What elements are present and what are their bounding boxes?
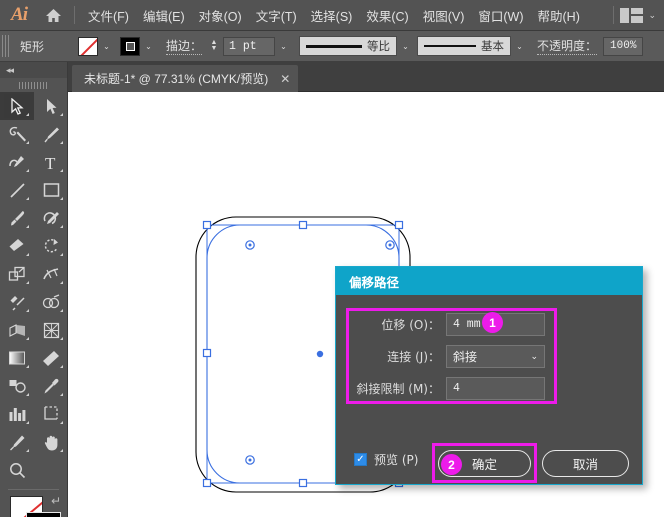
tools-collapse-button[interactable]: ◂◂ bbox=[0, 62, 67, 78]
eyedropper-tool[interactable] bbox=[34, 372, 68, 400]
stroke-weight-stepper[interactable]: ▲▼ bbox=[208, 37, 220, 56]
blend-tool[interactable] bbox=[0, 372, 34, 400]
offset-path-dialog: 偏移路径 位移 (O)： 4 mm 连接 (J)： 斜接 ⌄ 斜接限制 (M)：… bbox=[335, 266, 643, 485]
rotate-tool[interactable] bbox=[34, 232, 68, 260]
menu-effect[interactable]: 效果(C) bbox=[359, 2, 415, 29]
swap-fill-stroke-icon[interactable]: ↵ bbox=[51, 494, 61, 508]
stroke-weight-chevron-down-icon[interactable]: ⌄ bbox=[276, 37, 291, 56]
tools-panel-grip[interactable] bbox=[0, 78, 67, 92]
menu-select[interactable]: 选择(S) bbox=[304, 2, 360, 29]
control-bar-grip[interactable] bbox=[2, 35, 10, 57]
shape-builder-tool[interactable] bbox=[34, 288, 68, 316]
joins-select[interactable]: 斜接 ⌄ bbox=[446, 345, 545, 368]
app-logo: Ai bbox=[0, 4, 38, 26]
dialog-title: 偏移路径 bbox=[336, 267, 642, 295]
scale-tool[interactable] bbox=[0, 260, 34, 288]
curvature-tool[interactable] bbox=[0, 148, 34, 176]
home-icon[interactable] bbox=[38, 8, 68, 23]
document-tab-bar: 未标题-1* @ 77.31% (CMYK/预览) ✕ bbox=[0, 62, 664, 92]
center-anchor-point bbox=[317, 351, 323, 357]
shaper-tool[interactable] bbox=[34, 204, 68, 232]
menu-window[interactable]: 窗口(W) bbox=[471, 2, 530, 29]
rectangle-tool[interactable] bbox=[34, 176, 68, 204]
width-profile-chevron-down-icon[interactable]: ⌄ bbox=[398, 37, 413, 56]
menu-object[interactable]: 对象(O) bbox=[192, 2, 249, 29]
menu-edit[interactable]: 编辑(E) bbox=[136, 2, 192, 29]
cancel-button[interactable]: 取消 bbox=[542, 450, 629, 477]
free-transform-tool[interactable] bbox=[0, 288, 34, 316]
fill-stroke-control: ↵ bbox=[0, 492, 67, 517]
toolbar-divider bbox=[8, 489, 59, 490]
zoom-tool[interactable] bbox=[0, 456, 34, 484]
joins-label: 连接 (J)： bbox=[354, 348, 440, 365]
joins-select-value: 斜接 bbox=[453, 348, 477, 365]
line-segment-tool[interactable] bbox=[0, 176, 34, 204]
eraser-tool[interactable] bbox=[0, 232, 34, 260]
perspective-grid-tool[interactable] bbox=[0, 316, 34, 344]
fill-swatch-button[interactable] bbox=[78, 37, 98, 56]
control-bar: 矩形 ⌄ ⌄ 描边： ▲▼ 1 pt ⌄ 等比 ⌄ 基本 ⌄ 不透明度： 100… bbox=[0, 31, 664, 62]
close-icon[interactable]: ✕ bbox=[280, 72, 290, 86]
chevron-down-icon: ⌄ bbox=[530, 352, 538, 362]
preview-label: 预览 (P) bbox=[374, 451, 418, 468]
opacity-input[interactable]: 100% bbox=[603, 37, 643, 56]
gradient-tool[interactable] bbox=[0, 344, 34, 372]
menubar-divider bbox=[74, 6, 75, 24]
document-tab-label: 未标题-1* @ 77.31% (CMYK/预览) bbox=[84, 70, 268, 87]
selection-tool[interactable] bbox=[0, 92, 34, 120]
step-badge-1: 1 bbox=[482, 312, 503, 333]
brush-preview-icon bbox=[424, 45, 476, 48]
menu-bar: Ai 文件(F) 编辑(E) 对象(O) 文字(T) 选择(S) 效果(C) 视… bbox=[0, 0, 664, 31]
column-graph-tool[interactable] bbox=[0, 400, 34, 428]
stroke-weight-label[interactable]: 描边： bbox=[166, 37, 202, 55]
joins-field-row: 连接 (J)： 斜接 ⌄ bbox=[354, 345, 545, 368]
measure-tool[interactable] bbox=[34, 344, 68, 372]
width-profile-preview-icon bbox=[306, 45, 362, 48]
object-type-label: 矩形 bbox=[20, 38, 78, 55]
tools-grid: T bbox=[0, 92, 67, 484]
stroke-weight-input[interactable]: 1 pt bbox=[223, 37, 275, 56]
slice-tool[interactable] bbox=[0, 428, 34, 456]
stroke-chevron-down-icon[interactable]: ⌄ bbox=[141, 37, 156, 56]
tools-panel: ◂◂ T bbox=[0, 62, 68, 517]
tools-empty-slot bbox=[34, 456, 68, 484]
type-tool[interactable]: T bbox=[34, 148, 68, 176]
fill-chevron-down-icon[interactable]: ⌄ bbox=[99, 37, 114, 56]
brush-definition-dropdown[interactable]: 基本 bbox=[417, 36, 511, 56]
panel-layout-icon[interactable] bbox=[620, 8, 643, 23]
menu-type[interactable]: 文字(T) bbox=[249, 2, 304, 29]
preview-checkbox[interactable]: ✓ bbox=[354, 453, 367, 466]
menubar-right-group: ⌄ bbox=[607, 6, 664, 24]
stroke-color-swatch[interactable] bbox=[26, 512, 61, 517]
magic-wand-tool[interactable] bbox=[0, 120, 34, 148]
brush-chevron-down-icon[interactable]: ⌄ bbox=[512, 37, 527, 56]
stroke-swatch-button[interactable] bbox=[120, 37, 140, 56]
preview-row[interactable]: ✓ 预览 (P) bbox=[354, 451, 418, 468]
svg-text:T: T bbox=[45, 154, 56, 171]
chevron-down-icon[interactable]: ⌄ bbox=[648, 10, 656, 21]
menu-file[interactable]: 文件(F) bbox=[81, 2, 136, 29]
miter-field-row: 斜接限制 (M)： 4 bbox=[354, 377, 545, 400]
menu-help[interactable]: 帮助(H) bbox=[531, 2, 587, 29]
hand-tool[interactable] bbox=[34, 428, 68, 456]
paintbrush-tool[interactable] bbox=[0, 204, 34, 232]
offset-field-row: 位移 (O)： 4 mm bbox=[354, 313, 545, 336]
offset-label: 位移 (O)： bbox=[354, 316, 440, 333]
mesh-tool[interactable] bbox=[34, 316, 68, 344]
dialog-body: 位移 (O)： 4 mm 连接 (J)： 斜接 ⌄ 斜接限制 (M)： 4 1 … bbox=[336, 295, 642, 484]
miter-limit-input[interactable]: 4 bbox=[446, 377, 545, 400]
direct-selection-tool[interactable] bbox=[34, 92, 68, 120]
step-badge-2: 2 bbox=[441, 454, 462, 475]
width-tool[interactable] bbox=[34, 260, 68, 288]
pen-tool[interactable] bbox=[34, 120, 68, 148]
width-profile-dropdown[interactable]: 等比 bbox=[299, 36, 397, 56]
menu-view[interactable]: 视图(V) bbox=[416, 2, 472, 29]
document-tab[interactable]: 未标题-1* @ 77.31% (CMYK/预览) ✕ bbox=[72, 65, 298, 92]
miter-limit-label: 斜接限制 (M)： bbox=[354, 380, 440, 397]
width-profile-label: 等比 bbox=[367, 38, 390, 54]
menubar-divider-2 bbox=[613, 6, 614, 24]
opacity-label[interactable]: 不透明度： bbox=[537, 37, 597, 55]
brush-definition-label: 基本 bbox=[481, 38, 504, 54]
artboard-tool[interactable] bbox=[34, 400, 68, 428]
